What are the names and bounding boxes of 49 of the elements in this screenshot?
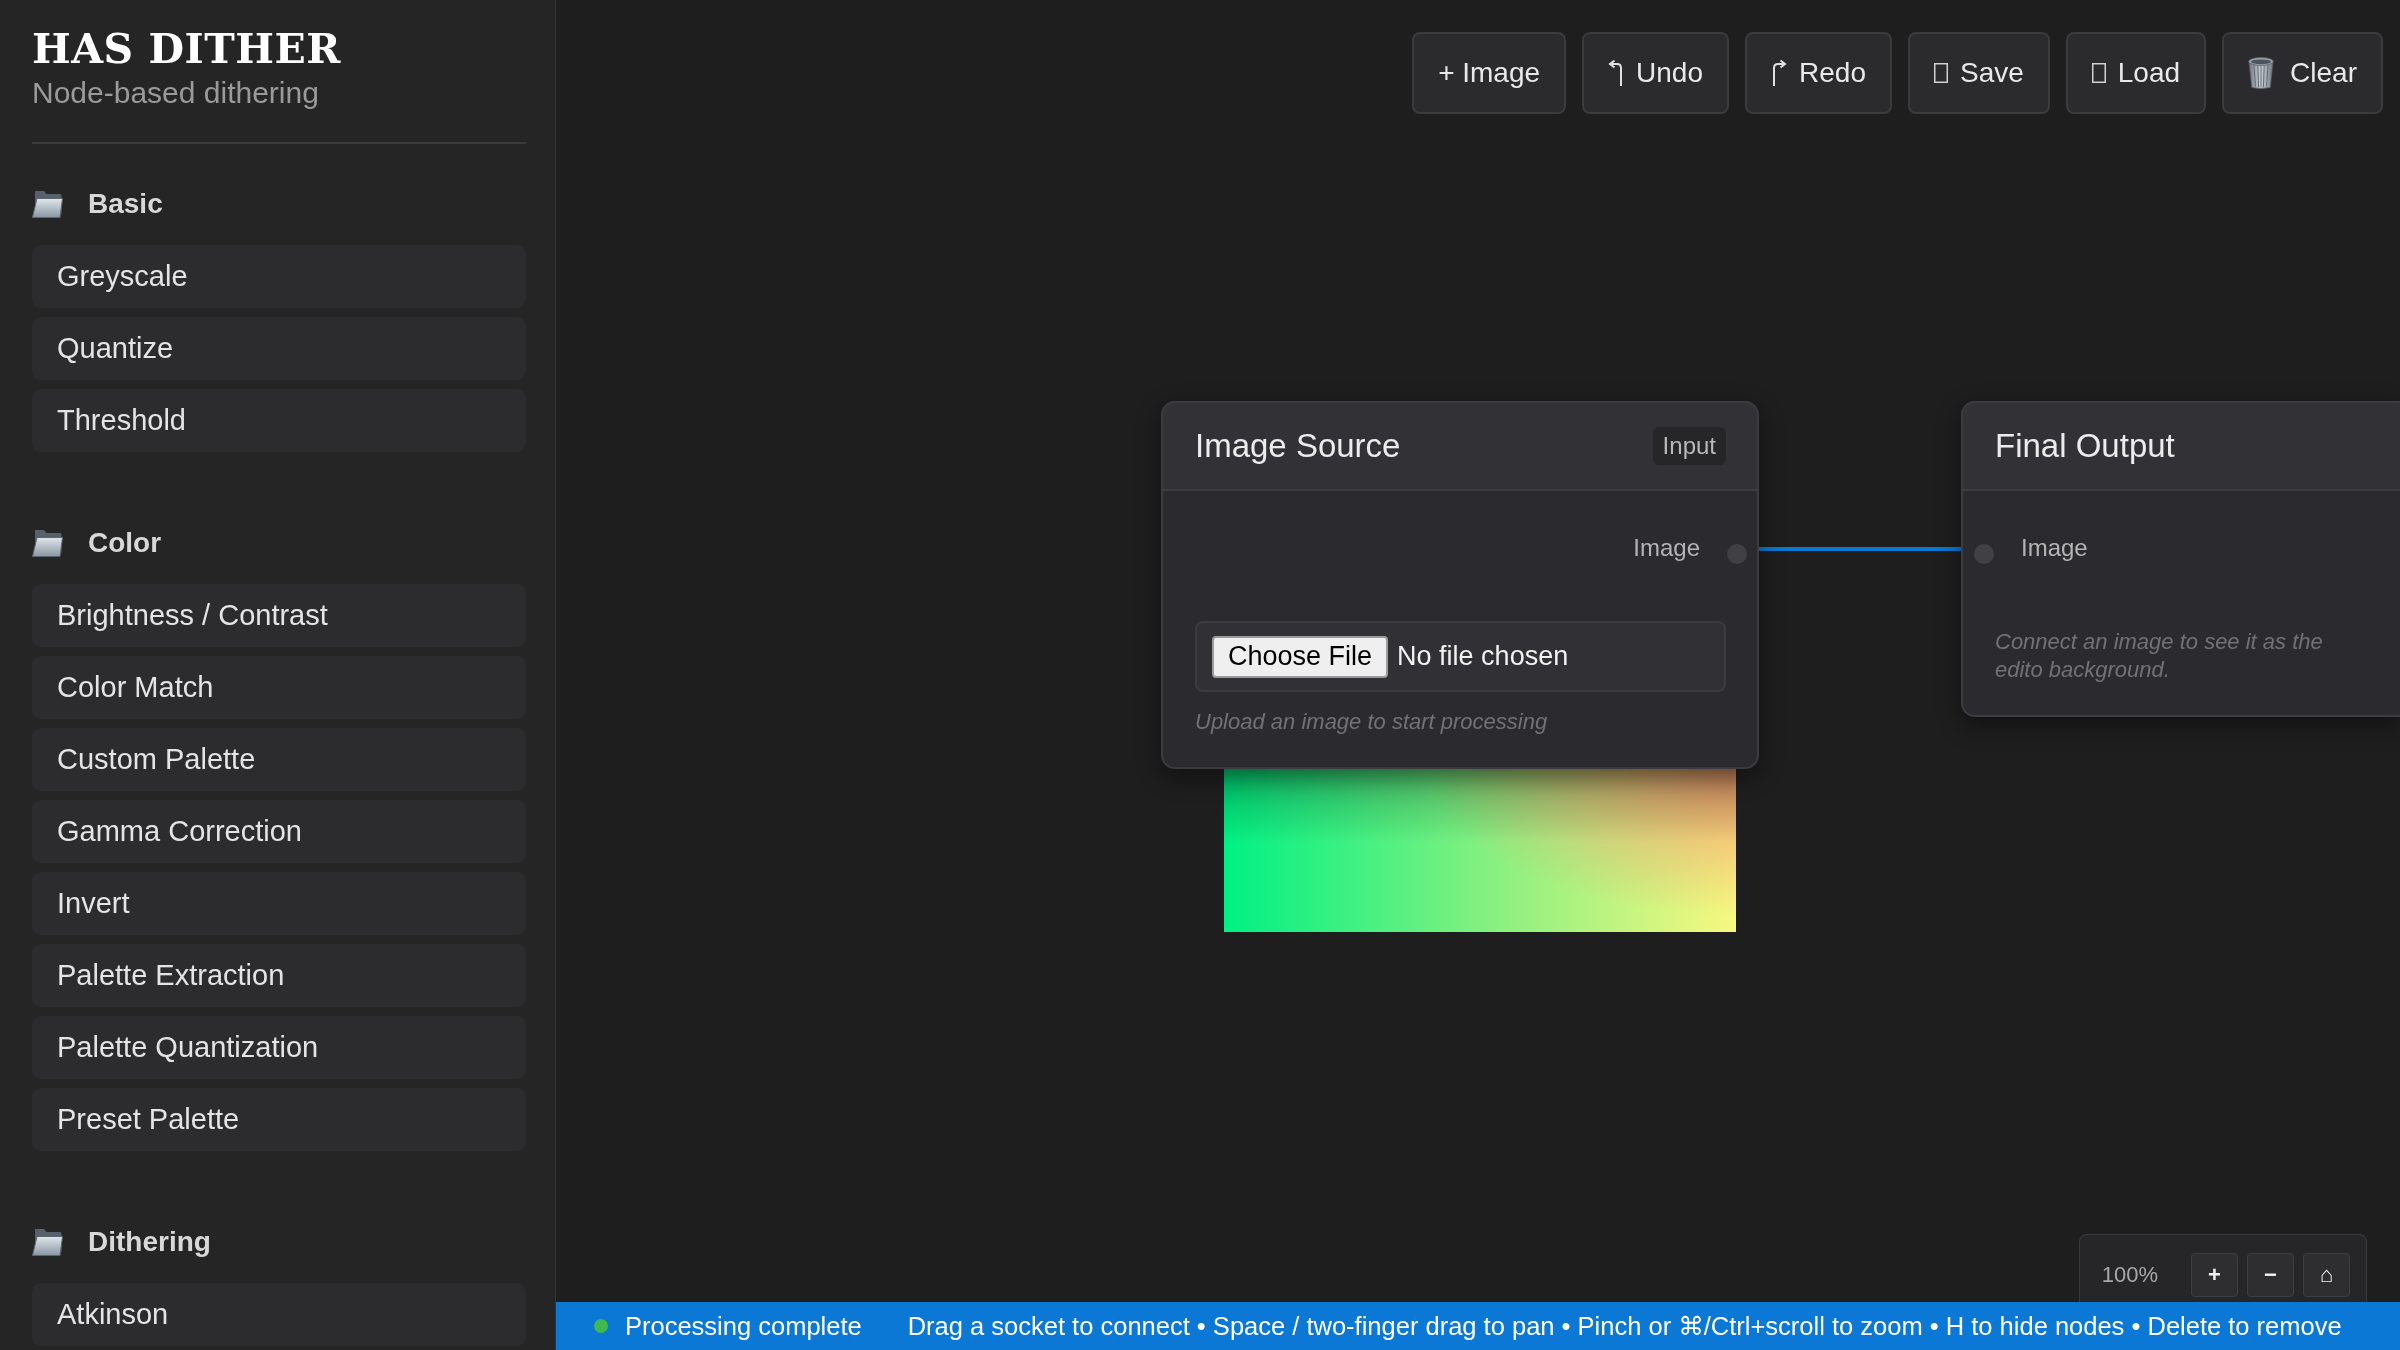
- node-card[interactable]: Final Output Image Connect an image to see it as the edito background.: [1961, 401, 2400, 717]
- node-type-item[interactable]: Quantize: [32, 317, 526, 380]
- folder-icon: [32, 529, 63, 557]
- zoom-control-button[interactable]: ⌂: [2303, 1253, 2350, 1297]
- node-type-item[interactable]: Preset Palette: [32, 1088, 526, 1151]
- choose-file-button[interactable]: Choose File: [1212, 635, 1389, 678]
- node-hint-text: Upload an image to start processing: [1195, 708, 1549, 736]
- section-label[interactable]: Basic: [88, 188, 163, 220]
- node-type-item[interactable]: Brightness / Contrast: [32, 584, 526, 647]
- file-input-field[interactable]: Choose File No file chosen: [1195, 621, 1726, 692]
- node-type-item[interactable]: Color Match: [32, 656, 526, 719]
- socket-label: Image: [2021, 534, 2088, 562]
- toolbar-button[interactable]: + Image: [1412, 32, 1567, 114]
- node-type-item[interactable]: Palette Extraction: [32, 944, 526, 1007]
- redo-arrow-icon: [1771, 60, 1787, 86]
- node-title: Final Output: [1995, 427, 2175, 465]
- folder-icon: [32, 1228, 63, 1256]
- status-text: Processing complete: [625, 1311, 862, 1341]
- undo-arrow-icon: [1608, 60, 1625, 86]
- folder-icon: [32, 190, 63, 218]
- node-type-item[interactable]: Greyscale: [32, 245, 526, 308]
- zoom-control-button[interactable]: −: [2247, 1253, 2294, 1297]
- zoom-level-text: 100%: [2101, 1261, 2158, 1289]
- missing-glyph-icon: [2091, 63, 2106, 83]
- node-type-item[interactable]: Palette Quantization: [32, 1016, 526, 1079]
- app-subtitle: Node-based dithering: [32, 76, 320, 110]
- section-label[interactable]: Color: [88, 527, 162, 559]
- toolbar-button[interactable]: Load: [2065, 32, 2207, 114]
- node-type-item[interactable]: Invert: [32, 872, 526, 935]
- toolbar-button[interactable]: Clear: [2222, 32, 2383, 114]
- node-type-item[interactable]: Custom Palette: [32, 728, 526, 791]
- toolbar-button[interactable]: Redo: [1745, 32, 1892, 114]
- zoom-control-button[interactable]: +: [2191, 1253, 2238, 1297]
- node-type-tag: Input: [1652, 427, 1726, 465]
- shortcut-hints-text: Drag a socket to connect • Space / two-finger drag to pan • Pinch or ⌘/Ctrl+scroll to zoom • H to hide nodes • Delete to remove: [907, 1311, 2342, 1341]
- node-title: Image Source: [1195, 427, 1401, 465]
- app-title: HAS DITHER: [32, 26, 342, 72]
- file-name-text: No file chosen: [1397, 641, 1569, 672]
- node-type-item[interactable]: Atkinson: [32, 1283, 526, 1346]
- socket-label: Image: [1633, 534, 1700, 562]
- trash-can-icon: [2248, 57, 2275, 89]
- node-card[interactable]: Image Source Input Image Choose File No file chosen Upload an image to start processing: [1161, 401, 1759, 769]
- toolbar-button[interactable]: Undo: [1582, 32, 1729, 114]
- missing-glyph-icon: [1933, 63, 1948, 83]
- section-label[interactable]: Dithering: [88, 1226, 211, 1258]
- node-type-item[interactable]: Gamma Correction: [32, 800, 526, 863]
- node-type-item[interactable]: Threshold: [32, 389, 526, 452]
- node-hint-text: Connect an image to see it as the edito background.: [1995, 628, 2324, 684]
- toolbar-button[interactable]: Save: [1907, 32, 2050, 114]
